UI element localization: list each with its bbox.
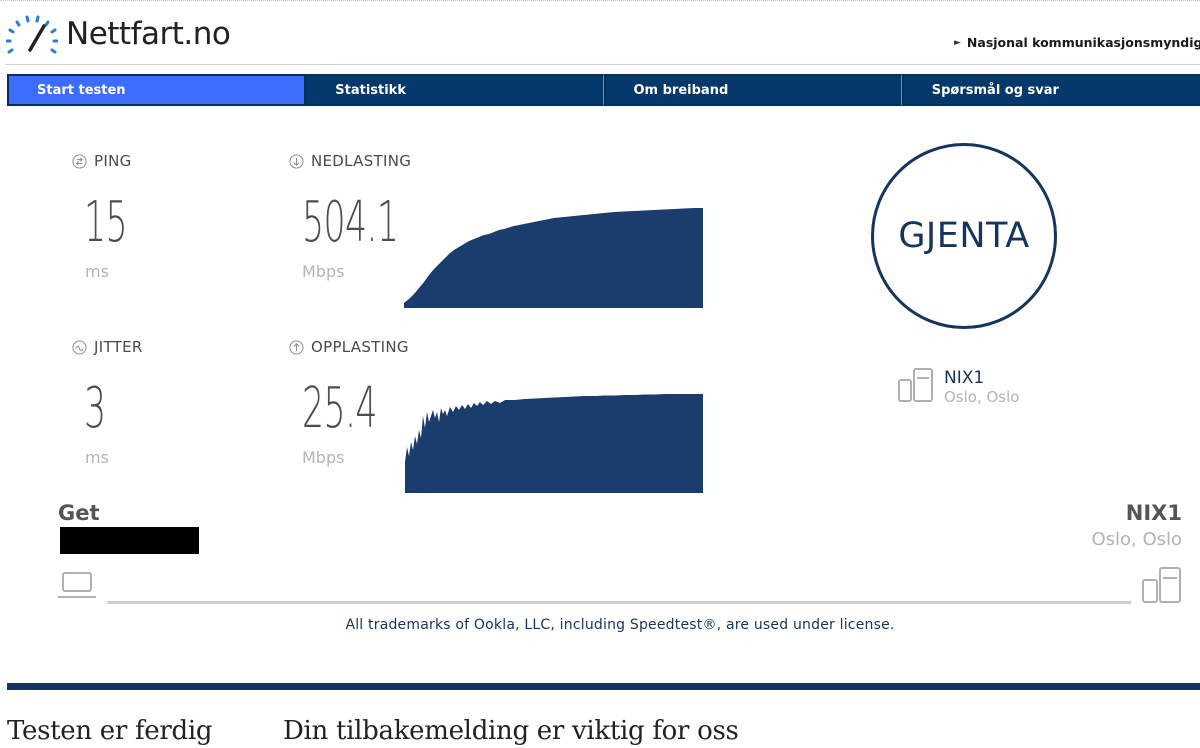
connection-progress-track [107,601,1131,604]
ping-label: PING [72,152,132,170]
tab-label: Start testen [37,82,126,98]
upload-label: OPPLASTING [289,338,409,356]
gjenta-button[interactable]: GJENTA [871,143,1057,329]
server-selector[interactable]: NIX1 Oslo, Oslo [898,368,1019,406]
download-label-text: NEDLASTING [311,152,412,170]
upload-label-text: OPPLASTING [311,338,409,356]
jitter-label-text: JITTER [94,338,143,356]
gjenta-label: GJENTA [898,216,1030,256]
tab-label: Om breiband [633,82,729,98]
top-dotted-border [0,0,1200,2]
site-logo[interactable]: Nettfart.no [6,12,231,56]
speedometer-logo-icon [6,15,58,54]
nkom-link-label: Nasjonal kommunikasjonsmyndig [966,35,1200,50]
host-server-icon [1142,567,1181,603]
download-label: NEDLASTING [289,152,411,170]
download-graph [404,208,703,308]
done-title: Testen er ferdig [7,716,213,746]
server-info: NIX1 Oslo, Oslo [944,368,1019,406]
site-name: Nettfart.no [66,16,231,52]
laptop-icon [58,572,96,598]
ping-unit: ms [85,262,109,281]
tab-label: Spørsmål og svar [931,82,1059,98]
upload-graph [405,394,703,493]
jitter-unit: ms [85,448,109,467]
download-unit: Mbps [302,262,345,281]
jitter-value: 3 [84,376,106,441]
download-graph-area [404,208,703,308]
tab-label: Statistikk [335,82,406,98]
feedback-title: Din tilbakemelding er viktig for oss [283,716,739,746]
tab-start-testen[interactable]: Start testen [7,74,306,106]
tab-sporsmal-og-svar[interactable]: Spørsmål og svar [901,74,1200,106]
header-divider [6,64,1200,65]
download-arrow-icon [289,153,304,169]
server-name: NIX1 [944,368,985,388]
upload-unit: Mbps [302,448,345,467]
trademark-notice: All trademarks of Ookla, LLC, including … [345,617,895,633]
ping-icon [72,153,87,169]
ping-label-text: PING [94,152,132,170]
main-nav: Start testen Statistikk Om breiband Spør… [7,74,1200,106]
tab-om-breiband[interactable]: Om breiband [603,74,902,106]
upload-arrow-icon [289,339,304,355]
upload-graph-area [405,394,703,493]
tab-statistikk[interactable]: Statistikk [305,74,604,106]
upload-value: 25.4 [302,376,377,441]
redacted-ip [60,527,199,554]
host-name: NIX1 [1125,501,1182,525]
jitter-icon [72,339,87,355]
nkom-link[interactable]: ► Nasjonal kommunikasjonsmyndig [954,35,1200,50]
server-city: Oslo, Oslo [944,388,1020,406]
download-value: 504.1 [302,190,399,255]
ping-value: 15 [84,190,128,255]
isp-name: Get [58,501,100,525]
arrow-right-icon: ► [954,37,961,48]
jitter-label: JITTER [72,338,143,356]
section-divider [7,683,1200,690]
server-icon [898,368,933,402]
host-city: Oslo, Oslo [1091,529,1182,550]
